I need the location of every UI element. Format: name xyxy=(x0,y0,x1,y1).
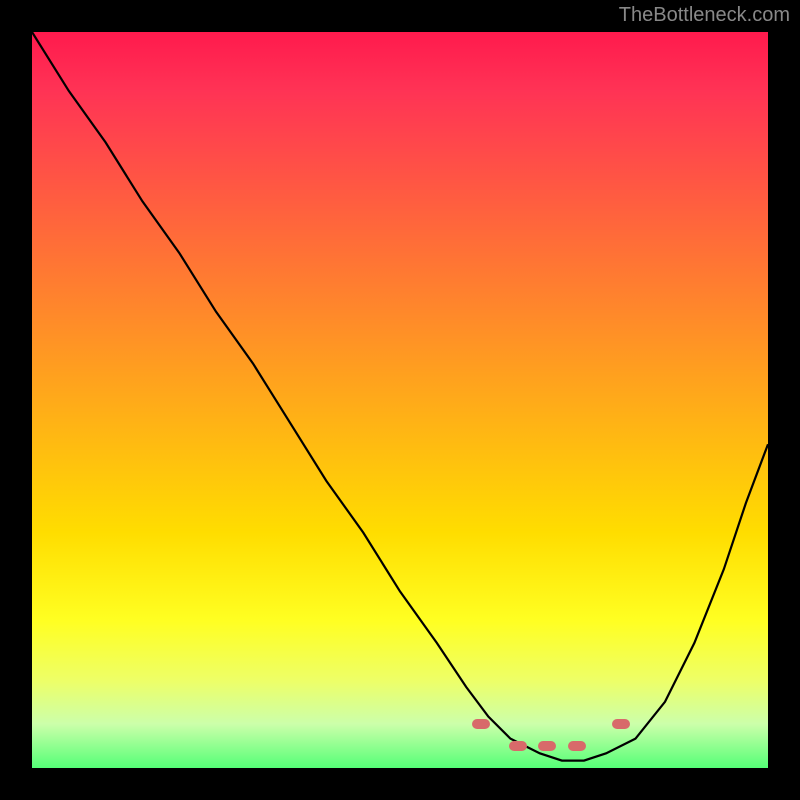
left-marker xyxy=(472,719,490,729)
center-marker-2 xyxy=(538,741,556,751)
center-marker-1 xyxy=(509,741,527,751)
right-marker xyxy=(612,719,630,729)
attribution-text: TheBottleneck.com xyxy=(619,4,790,27)
chart-svg xyxy=(32,32,768,768)
center-marker-3 xyxy=(568,741,586,751)
bottleneck-curve-line xyxy=(32,32,768,761)
chart-plot-area xyxy=(32,32,768,768)
